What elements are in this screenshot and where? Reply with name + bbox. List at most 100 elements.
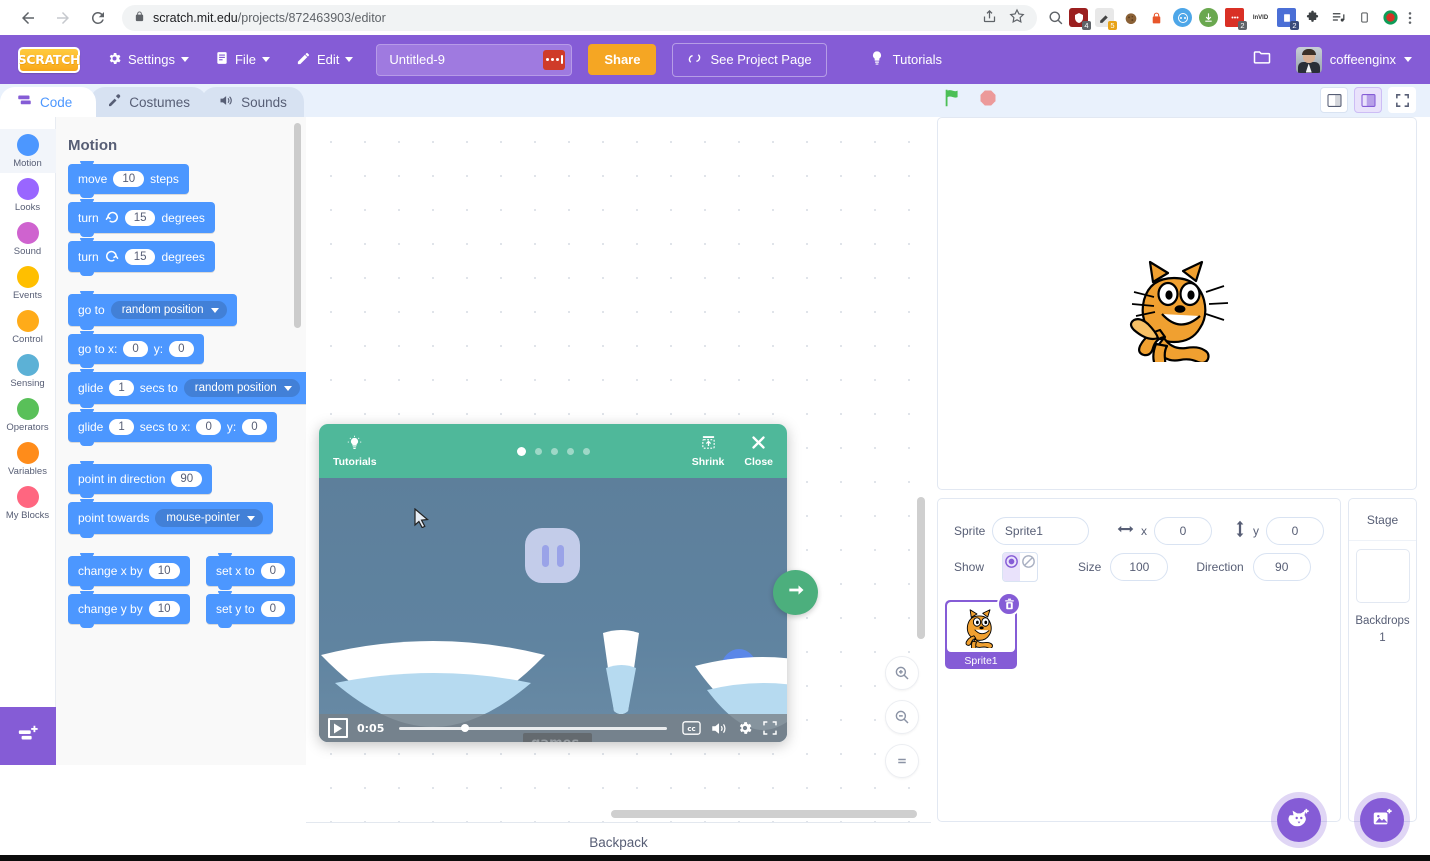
- sprite-list-panel[interactable]: Sprite1: [937, 587, 1341, 822]
- sprite-name-input[interactable]: Sprite1: [991, 517, 1089, 545]
- reload-icon[interactable]: [88, 8, 108, 28]
- sprite-direction-input[interactable]: 90: [1252, 553, 1311, 581]
- video-progress-track[interactable]: [399, 724, 667, 732]
- forward-arrow-icon[interactable]: [53, 8, 73, 28]
- block-input-degrees[interactable]: 15: [124, 248, 156, 265]
- tab-code[interactable]: Code: [0, 87, 97, 117]
- eye-visible-icon[interactable]: [1003, 553, 1020, 581]
- workspace-vertical-scrollbar[interactable]: [917, 497, 925, 639]
- sprite-scratch-cat[interactable]: [1126, 252, 1231, 362]
- block-point-in-direction[interactable]: point in direction 90: [68, 461, 213, 498]
- slide-dot-5[interactable]: [582, 447, 590, 455]
- green-flag-icon[interactable]: [942, 87, 964, 114]
- workspace-horizontal-scrollbar[interactable]: [611, 810, 917, 818]
- stage-backdrop-thumbnail[interactable]: [1355, 549, 1410, 603]
- back-arrow-icon[interactable]: [18, 8, 38, 28]
- menu-file[interactable]: File: [204, 43, 281, 76]
- see-project-page-button[interactable]: See Project Page: [672, 42, 827, 77]
- block-dropdown-target[interactable]: mouse-pointer: [155, 509, 263, 527]
- video-progress-knob[interactable]: [460, 724, 469, 732]
- block-dropdown-target[interactable]: random position: [183, 379, 300, 397]
- add-extension-button[interactable]: [0, 707, 56, 765]
- category-control[interactable]: Control: [0, 305, 56, 349]
- block-change-x-by[interactable]: change x by 10: [68, 553, 190, 590]
- block-input-x[interactable]: 0: [196, 419, 221, 435]
- stage-selector-panel[interactable]: Stage Backdrops 1: [1348, 498, 1417, 822]
- block-move-steps[interactable]: move 10 steps: [68, 161, 189, 198]
- block-turn-right[interactable]: turn 15 degrees: [68, 199, 215, 237]
- block-input-y[interactable]: 0: [169, 341, 194, 357]
- fullscreen-icon[interactable]: [762, 720, 778, 736]
- block-input-dy[interactable]: 10: [148, 601, 180, 617]
- slide-dot-2[interactable]: [534, 447, 542, 455]
- large-stage-layout-icon[interactable]: [1354, 87, 1382, 113]
- block-input-dx[interactable]: 10: [148, 563, 180, 579]
- share-icon[interactable]: [982, 9, 997, 27]
- closed-caption-icon[interactable]: cc: [682, 721, 701, 735]
- block-turn-left[interactable]: turn 15 degrees: [68, 238, 215, 276]
- account-menu[interactable]: coffeenginx: [1288, 43, 1420, 77]
- zoom-out-icon[interactable]: [885, 700, 919, 734]
- block-input-x[interactable]: 0: [123, 341, 148, 357]
- category-looks[interactable]: Looks: [0, 173, 56, 217]
- block-glide-secs-to[interactable]: glide 1 secs to random position: [68, 369, 306, 408]
- category-variables[interactable]: Variables: [0, 437, 56, 481]
- category-sensing[interactable]: Sensing: [0, 349, 56, 393]
- block-input-direction[interactable]: 90: [171, 471, 203, 487]
- block-input-steps[interactable]: 10: [113, 171, 145, 187]
- project-title-input[interactable]: [389, 52, 544, 67]
- trash-icon[interactable]: [997, 592, 1021, 616]
- fullscreen-icon[interactable]: [1388, 87, 1416, 113]
- block-input-secs[interactable]: 1: [109, 380, 134, 396]
- block-palette[interactable]: Motion move 10 steps turn 15 degrees tur…: [56, 117, 306, 765]
- sprite-y-input[interactable]: 0: [1266, 517, 1324, 545]
- search-icon[interactable]: [1045, 8, 1065, 28]
- stop-sign-icon[interactable]: [978, 88, 998, 113]
- palette-scrollbar[interactable]: [294, 123, 301, 328]
- cookie-extension[interactable]: [1121, 8, 1140, 27]
- block-input-y[interactable]: 0: [260, 601, 286, 617]
- my-stuff-button[interactable]: [1240, 41, 1284, 78]
- block-go-to[interactable]: go to random position: [68, 291, 237, 330]
- share-button[interactable]: Share: [588, 44, 657, 75]
- lastpass-extension[interactable]: [1147, 8, 1166, 27]
- block-glide-secs-to-xy[interactable]: glide 1 secs to x: 0 y: 0: [68, 409, 277, 446]
- sprite-card-sprite1[interactable]: Sprite1: [945, 592, 1021, 669]
- block-set-x-to[interactable]: set x to 0: [205, 553, 296, 590]
- block-input-y[interactable]: 0: [242, 419, 267, 435]
- ublock-origin-extension[interactable]: 4: [1069, 8, 1091, 30]
- gear-icon[interactable]: [737, 720, 753, 736]
- slide-dot-1[interactable]: [516, 446, 526, 456]
- play-icon[interactable]: [328, 718, 348, 738]
- kebab-menu-icon[interactable]: [1400, 8, 1420, 28]
- block-input-secs[interactable]: 1: [109, 419, 134, 435]
- menu-settings[interactable]: Settings: [96, 44, 200, 76]
- category-operators[interactable]: Operators: [0, 393, 56, 437]
- block-set-y-to[interactable]: set y to 0: [205, 591, 296, 628]
- speech-extension[interactable]: 2: [1225, 8, 1247, 30]
- project-more-menu-button[interactable]: [543, 49, 566, 70]
- block-input-x[interactable]: 0: [260, 563, 286, 579]
- block-dropdown-target[interactable]: random position: [110, 301, 227, 319]
- scratch-logo[interactable]: SCRATCH: [18, 46, 81, 73]
- zoom-reset-icon[interactable]: [885, 744, 919, 778]
- add-backdrop-button[interactable]: [1360, 798, 1404, 842]
- category-sound[interactable]: Sound: [0, 217, 56, 261]
- address-bar[interactable]: scratch.mit.edu/projects/872463903/edito…: [122, 4, 1037, 31]
- tutorials-menu-button[interactable]: Tutorials: [857, 43, 954, 76]
- category-my-blocks[interactable]: My Blocks: [0, 481, 56, 525]
- sprite-size-input[interactable]: 100: [1110, 553, 1169, 581]
- tutorial-video-player[interactable]: games, 0:05 cc: [319, 478, 787, 742]
- volume-icon[interactable]: [710, 721, 728, 736]
- puzzle-extension[interactable]: [1303, 8, 1322, 27]
- invid-extension[interactable]: InVID: [1251, 8, 1270, 27]
- tutorial-next-button[interactable]: [773, 570, 818, 615]
- stage-area[interactable]: [937, 117, 1417, 490]
- project-title-field[interactable]: [376, 43, 573, 76]
- download-extension[interactable]: [1199, 8, 1218, 27]
- block-point-towards[interactable]: point towards mouse-pointer: [68, 499, 273, 538]
- category-motion[interactable]: Motion: [0, 129, 56, 173]
- tab-costumes[interactable]: Costumes: [90, 87, 208, 117]
- small-stage-layout-icon[interactable]: [1320, 87, 1348, 113]
- slide-dot-3[interactable]: [550, 447, 558, 455]
